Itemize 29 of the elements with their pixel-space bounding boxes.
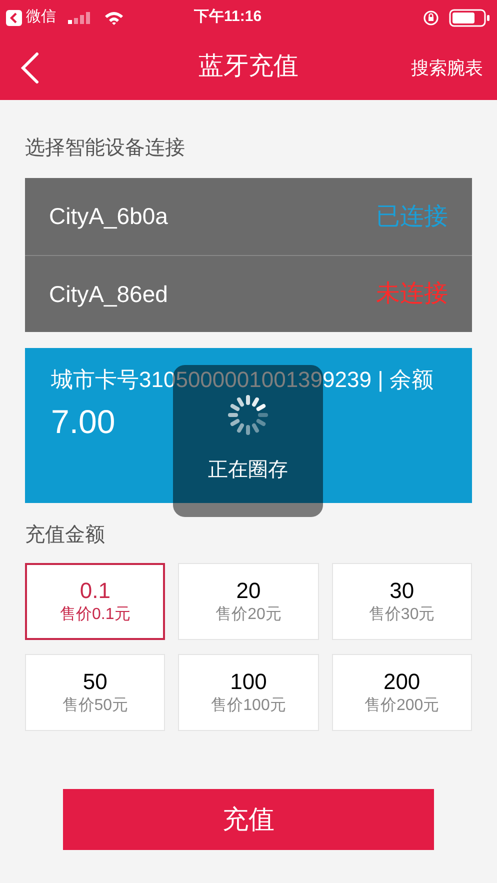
recharge-button[interactable]: 充值: [63, 789, 434, 850]
wifi-icon: [104, 10, 124, 24]
device-row[interactable]: CityA_86ed 未连接: [25, 255, 472, 332]
device-name: CityA_86ed: [49, 280, 168, 309]
battery-icon: [449, 8, 491, 26]
rotation-lock-icon: [423, 10, 439, 26]
back-app-label[interactable]: 微信: [26, 6, 56, 29]
amount-option[interactable]: 20 售价20元: [178, 563, 319, 640]
card-info: 城市卡号3105000001001399239 | 余额: [51, 366, 434, 394]
loading-text: 正在圈存: [208, 458, 288, 483]
amount-option[interactable]: 30 售价30元: [332, 563, 472, 640]
search-watch-button[interactable]: 搜索腕表: [411, 55, 483, 82]
connection-status: 已连接: [376, 202, 448, 232]
back-chevron-icon: [20, 52, 40, 84]
page-title: 蓝牙充值: [198, 51, 298, 82]
device-name: CityA_6b0a: [49, 202, 168, 232]
connection-status: 未连接: [376, 279, 448, 309]
amount-option[interactable]: 100 售价100元: [178, 654, 319, 731]
device-row[interactable]: CityA_6b0a 已连接: [25, 178, 472, 255]
amount-option[interactable]: 0.1 售价0.1元: [25, 563, 166, 640]
back-icon[interactable]: [6, 10, 22, 26]
amount-option[interactable]: 200 售价200元: [332, 654, 472, 731]
section-title: 充值金额: [25, 523, 106, 548]
clock-time: 下午11:16: [194, 7, 262, 28]
signal-icon: [68, 12, 92, 24]
section-title: 选择智能设备连接: [25, 136, 186, 161]
amount-option[interactable]: 50 售价50元: [25, 654, 166, 731]
card-balance: 7.00: [51, 402, 116, 442]
spinner-icon: [226, 393, 270, 437]
